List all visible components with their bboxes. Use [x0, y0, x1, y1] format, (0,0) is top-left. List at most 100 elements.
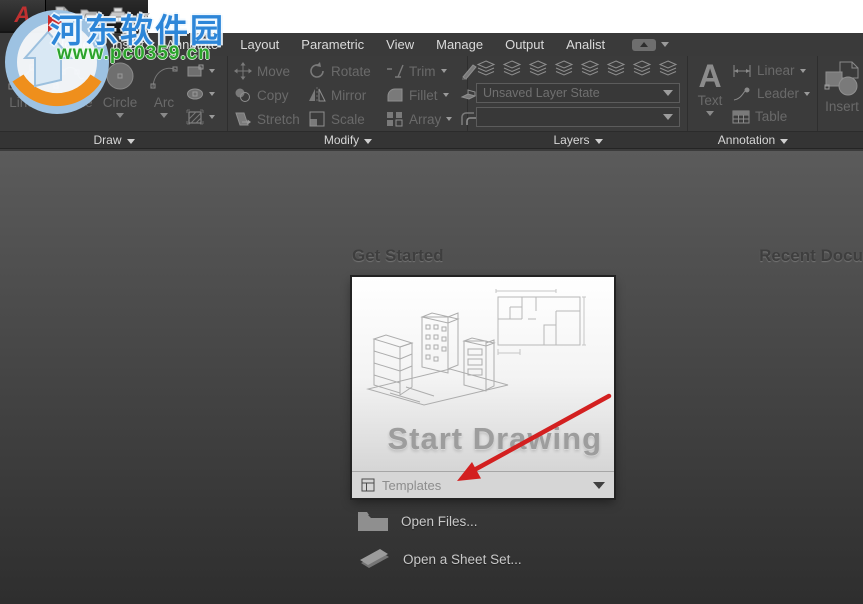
modify-panel-label-text: Modify: [324, 133, 359, 147]
mirror-button-label: Mirror: [331, 88, 366, 103]
layer-state-combobox-caret-icon: [663, 90, 673, 96]
tab-view[interactable]: View: [375, 33, 425, 56]
insert-block-button[interactable]: Insert: [822, 59, 862, 129]
tab-annotate[interactable]: Annotate: [155, 33, 229, 56]
polyline-button[interactable]: Polyline: [40, 59, 98, 129]
quick-access-toolbar: A: [0, 0, 148, 33]
layer-freeze-icon[interactable]: [580, 60, 600, 77]
application-menu-button[interactable]: A: [0, 0, 46, 31]
circle-button[interactable]: Circle: [98, 59, 142, 129]
ribbon: Line Polyline Circle Arc: [0, 56, 863, 131]
leader-button-label: Leader: [757, 86, 799, 101]
linear-button-label: Linear: [757, 63, 795, 78]
tab-manage[interactable]: Manage: [425, 33, 494, 56]
ribbon-panel-labels: Draw Modify Layers Annotation: [0, 131, 863, 149]
layer-combobox[interactable]: [476, 107, 680, 127]
fillet-button[interactable]: Fillet: [386, 87, 460, 103]
draw-panel-label[interactable]: Draw: [0, 132, 228, 150]
leader-icon: [732, 87, 752, 101]
template-icon: [361, 478, 375, 492]
start-screen: Get Started Recent Docu: [0, 151, 863, 604]
layers-panel-label-text: Layers: [553, 133, 589, 147]
tab-parametric[interactable]: Parametric: [290, 33, 375, 56]
hatch-button[interactable]: [186, 105, 226, 128]
tab-analist[interactable]: Analist: [555, 33, 616, 56]
trim-dropdown-caret-icon[interactable]: [441, 69, 447, 73]
tab-output[interactable]: Output: [494, 33, 555, 56]
leader-button[interactable]: Leader: [732, 82, 816, 105]
tab-home[interactable]: Home: [44, 33, 101, 56]
ribbon-tab-bar: Home Insert Annotate Layout Parametric V…: [0, 33, 863, 56]
copy-icon: [234, 87, 252, 103]
fillet-button-label: Fillet: [409, 88, 438, 103]
ribbon-minimize-button[interactable]: [632, 33, 669, 56]
trim-button[interactable]: Trim: [386, 63, 460, 79]
stretch-button[interactable]: Stretch: [234, 111, 308, 127]
recent-documents-heading: Recent Docu: [410, 246, 863, 266]
linear-dropdown-caret-icon[interactable]: [800, 69, 806, 73]
layers-panel-label[interactable]: Layers: [468, 132, 688, 150]
plot-button[interactable]: [108, 5, 128, 25]
layer-properties-icon[interactable]: [476, 60, 496, 77]
rectangle-dropdown-caret-icon[interactable]: [209, 69, 215, 73]
templates-caret-icon[interactable]: [593, 482, 605, 489]
ellipse-dropdown-caret-icon[interactable]: [209, 92, 215, 96]
arc-dropdown-caret-icon[interactable]: [160, 113, 168, 118]
rectangle-button[interactable]: [186, 59, 226, 82]
rotate-button[interactable]: Rotate: [308, 62, 386, 80]
arc-icon: [149, 59, 179, 95]
insert-panel: Insert: [818, 56, 863, 131]
layers-panel: Unsaved Layer State: [468, 56, 688, 131]
arc-button[interactable]: Arc: [144, 59, 184, 129]
annotation-panel-label[interactable]: Annotation: [688, 132, 818, 150]
fillet-dropdown-caret-icon[interactable]: [443, 93, 449, 97]
layer-match-icon[interactable]: [658, 60, 678, 77]
sheet-set-icon: [355, 547, 393, 571]
insert-block-icon: [824, 59, 860, 99]
annotation-panel-label-text: Annotation: [718, 133, 775, 147]
layer-unisolate-icon[interactable]: [554, 60, 574, 77]
table-button[interactable]: Table: [732, 105, 816, 128]
trim-icon: [386, 63, 404, 79]
open-sheet-set-item[interactable]: Open a Sheet Set...: [355, 547, 522, 571]
text-icon: A: [698, 59, 721, 93]
line-button[interactable]: Line: [4, 59, 40, 129]
linear-dimension-button[interactable]: Linear: [732, 59, 816, 82]
copy-button[interactable]: Copy: [234, 87, 308, 103]
modify-panel-label[interactable]: Modify: [228, 132, 468, 150]
ellipse-button[interactable]: [186, 82, 226, 105]
tab-layout[interactable]: Layout: [229, 33, 290, 56]
text-button[interactable]: A Text: [692, 59, 728, 129]
hatch-dropdown-caret-icon[interactable]: [209, 115, 215, 119]
tab-insert[interactable]: Insert: [101, 33, 156, 56]
leader-dropdown-caret-icon[interactable]: [804, 92, 810, 96]
move-button[interactable]: Move: [234, 62, 308, 80]
hatch-icon: [186, 109, 204, 125]
layer-isolate-icon[interactable]: [528, 60, 548, 77]
mirror-button[interactable]: Mirror: [308, 87, 386, 103]
autocad-logo-icon: A: [15, 2, 31, 27]
layer-on-icon[interactable]: [606, 60, 626, 77]
polyline-button-label: Polyline: [45, 95, 92, 110]
array-dropdown-caret-icon[interactable]: [446, 117, 452, 121]
insert-button-label: Insert: [825, 99, 859, 114]
open-file-button[interactable]: [80, 5, 100, 25]
qat-customize-button[interactable]: [136, 5, 156, 25]
layer-combobox-caret-icon: [663, 114, 673, 120]
templates-dropdown[interactable]: Templates: [352, 471, 614, 498]
start-drawing-card[interactable]: Start Drawing Templates: [352, 277, 614, 498]
scale-button[interactable]: Scale: [308, 111, 386, 127]
layer-state-icon[interactable]: [502, 60, 522, 77]
open-sheet-set-label: Open a Sheet Set...: [403, 552, 522, 567]
layer-state-combobox[interactable]: Unsaved Layer State: [476, 83, 680, 103]
templates-label: Templates: [382, 478, 586, 493]
new-file-icon: [54, 6, 70, 24]
array-button[interactable]: Array: [386, 111, 460, 127]
layer-lock-icon[interactable]: [632, 60, 652, 77]
text-dropdown-caret-icon[interactable]: [706, 111, 714, 116]
new-file-button[interactable]: [52, 5, 72, 25]
annotation-panel: A Text Linear Leader: [688, 56, 818, 131]
circle-dropdown-caret-icon[interactable]: [116, 113, 124, 118]
open-files-item[interactable]: Open Files...: [357, 511, 478, 532]
line-icon: [7, 59, 37, 95]
